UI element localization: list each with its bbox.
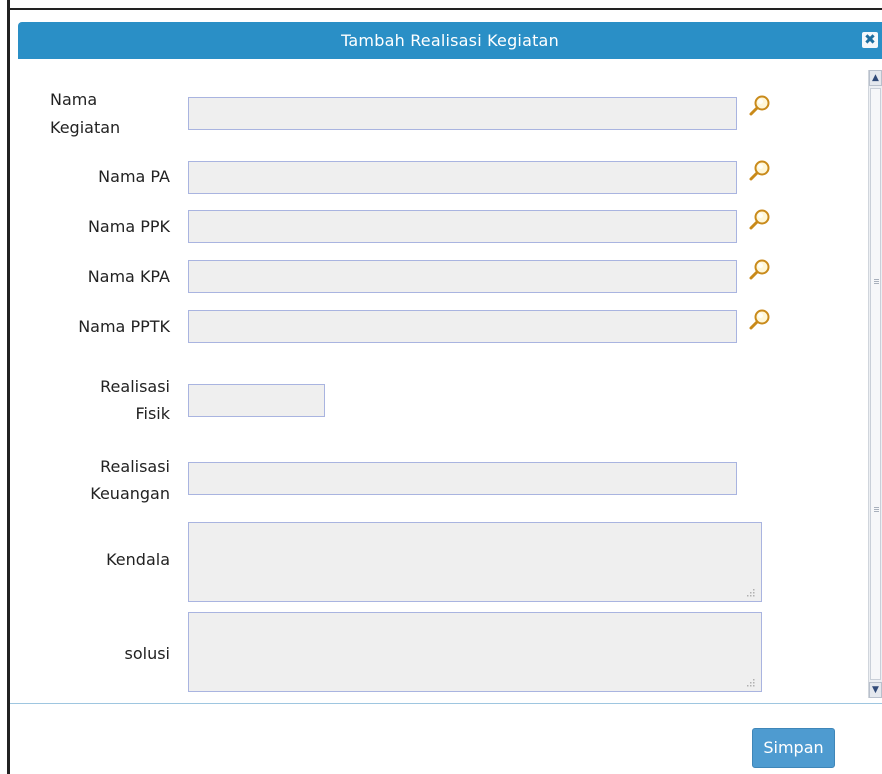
background-page-edge [0,0,10,774]
nama-kpa-input[interactable] [188,260,737,293]
nama-kegiatan-label: Nama Kegiatan [50,90,121,137]
realisasi-keuangan-input[interactable] [188,462,737,495]
nama-kegiatan-input[interactable] [188,97,737,130]
search-icon[interactable] [748,308,772,332]
realisasi-fisik-label: Realisasi Fisik [100,377,170,423]
thumb-grip-line [874,511,879,512]
resize-grip-icon[interactable] [744,586,756,598]
close-icon[interactable]: ✖ [862,32,878,48]
search-icon[interactable] [748,208,772,232]
dialog-titlebar: Tambah Realisasi Kegiatan ✖ [18,22,882,59]
kendala-textarea[interactable] [188,522,762,602]
arrow-up-icon[interactable]: ▲ [869,70,882,86]
nama-kpa-label: Nama KPA [87,267,170,286]
page: Tambah Realisasi Kegiatan ✖ Nama Kegiata… [0,0,882,774]
solusi-label: solusi [124,644,171,663]
nama-pptk-input[interactable] [188,310,737,343]
nama-pa-label: Nama PA [98,167,170,186]
arrow-down-icon[interactable]: ▼ [869,682,882,698]
realisasi-keuangan-label: Realisasi Keuangan [90,457,170,503]
search-icon[interactable] [748,258,772,282]
thumb-grip-line [874,279,879,280]
search-icon[interactable] [748,159,772,183]
realisasi-fisik-input[interactable] [188,384,325,417]
dialog-title: Tambah Realisasi Kegiatan [341,31,559,50]
thumb-grip-line [874,283,879,284]
kendala-label: Kendala [106,550,170,569]
thumb-grip-line [874,507,879,508]
search-icon[interactable] [748,94,772,118]
footer-divider [10,703,882,704]
scrollbar-thumb[interactable] [870,88,881,680]
nama-pptk-label: Nama PPTK [78,317,170,336]
nama-ppk-input[interactable] [188,210,737,243]
thumb-grip-line [874,281,879,282]
nama-ppk-label: Nama PPK [87,217,170,236]
add-realization-dialog: Tambah Realisasi Kegiatan ✖ Nama Kegiata… [10,8,882,774]
dialog-scrollbar[interactable]: ▲ ▼ [868,70,882,698]
resize-grip-icon[interactable] [744,676,756,688]
solusi-textarea[interactable] [188,612,762,692]
nama-pa-input[interactable] [188,161,737,194]
thumb-grip-line [874,509,879,510]
save-button[interactable]: Simpan [752,728,835,768]
